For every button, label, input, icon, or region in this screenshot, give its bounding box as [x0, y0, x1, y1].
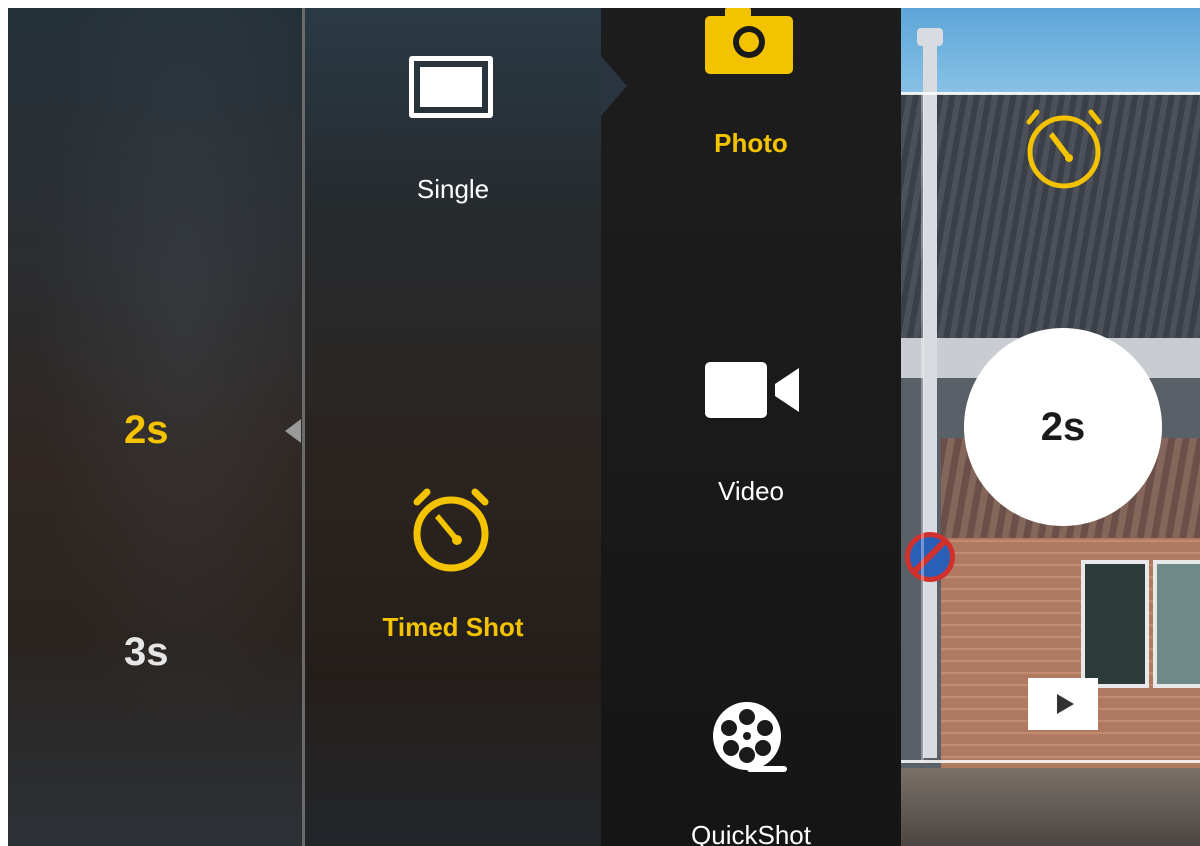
play-icon [1056, 694, 1074, 714]
photo-modes-panel: Single Timed Shot [305, 8, 601, 846]
playback-button[interactable] [1028, 678, 1098, 730]
capture-type-panel: Photo Video QuickShot [601, 8, 901, 846]
stopwatch-icon [413, 488, 489, 572]
camera-preview: 2s [901, 8, 1200, 846]
selection-pointer-right-icon [601, 56, 627, 116]
timer-options-panel: 2s 3s [8, 8, 302, 846]
preview-window [1081, 560, 1149, 688]
video-camera-icon [705, 362, 799, 418]
type-photo-label: Photo [714, 128, 788, 158]
grid-line [901, 92, 1200, 95]
grid-line [921, 92, 924, 762]
preview-road-sign [905, 532, 955, 582]
preview-window-2 [1153, 560, 1200, 688]
preview-sky [901, 8, 1200, 100]
grid-line [901, 760, 1200, 763]
timer-option-2s[interactable]: 2s [124, 408, 169, 453]
camera-icon [705, 8, 793, 74]
timer-option-3s[interactable]: 3s [124, 630, 169, 675]
type-quickshot-label: QuickShot [691, 820, 811, 846]
film-reel-icon [713, 702, 787, 772]
type-video-label: Video [717, 476, 785, 506]
stopwatch-icon[interactable] [1021, 104, 1107, 190]
camera-settings-screen: 2s 3s Single Timed Shot Photo Video Quic… [8, 8, 1200, 846]
mode-timed-shot-label: Timed Shot [382, 612, 524, 642]
preview-lamp-pole [923, 38, 937, 758]
mode-single-label: Single [416, 174, 490, 204]
preview-ground [901, 768, 1200, 846]
selection-pointer-icon [285, 419, 301, 443]
shutter-button[interactable]: 2s [964, 328, 1162, 526]
single-frame-icon [409, 56, 493, 118]
